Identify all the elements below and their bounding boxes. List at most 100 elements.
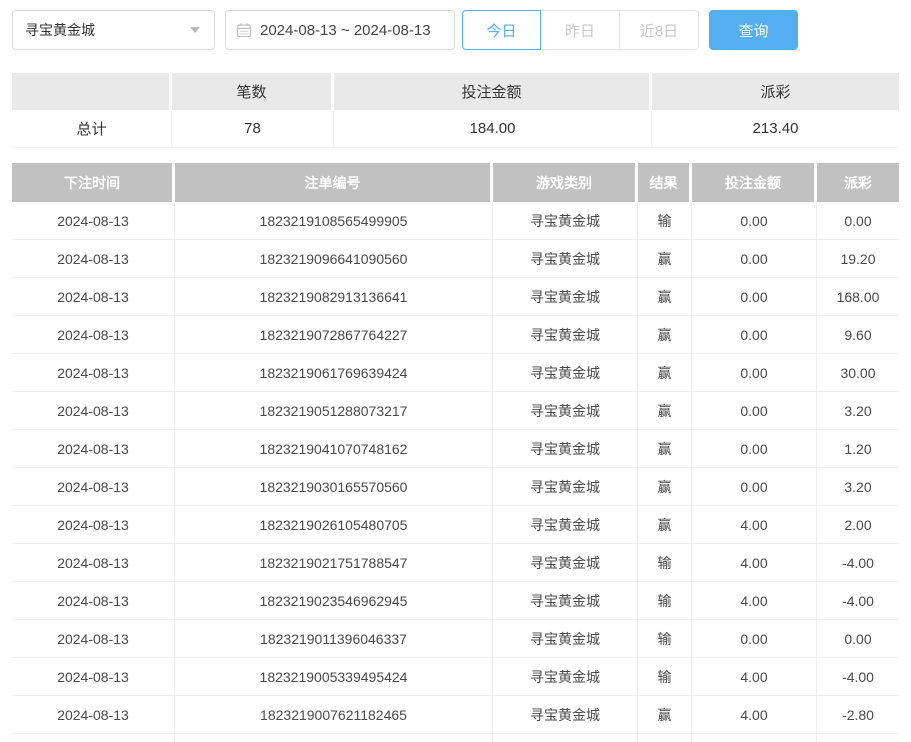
detail-col-bet-amount: 投注金额 <box>692 163 817 202</box>
cell-result: 赢 <box>638 506 692 543</box>
cell-game-type: 寻宝黄金城 <box>493 658 638 695</box>
summary-table: 笔数 投注金额 派彩 总计 78 184.00 213.40 <box>12 73 899 148</box>
cell-bet-amount: 0.00 <box>692 202 817 239</box>
cell-order-no: 1823219051288073217 <box>175 392 493 429</box>
cell-payout: 30.00 <box>817 354 899 391</box>
cell-result: 赢 <box>638 354 692 391</box>
cell-game-type: 寻宝黄金城 <box>493 240 638 277</box>
cell-payout: 9.60 <box>817 316 899 353</box>
cell-game-type: 寻宝黄金城 <box>493 468 638 505</box>
table-row: 2024-08-13 1823219108565499905 寻宝黄金城 输 0… <box>12 202 899 240</box>
cell-payout: 1.20 <box>817 430 899 467</box>
cell-order-no: 1823219011396046337 <box>175 620 493 657</box>
yesterday-button[interactable]: 昨日 <box>541 10 620 50</box>
table-row: 2024-08-13 1823219005339495424 寻宝黄金城 输 4… <box>12 658 899 696</box>
cell-bet-amount: 0.00 <box>692 354 817 391</box>
summary-total-payout: 213.40 <box>652 110 899 147</box>
cell-bet-amount: 4.00 <box>692 506 817 543</box>
cell-order-no: 1823219061769639424 <box>175 354 493 391</box>
cell-game-type: 寻宝黄金城 <box>493 506 638 543</box>
summary-total-bet-amount: 184.00 <box>334 110 652 147</box>
detail-col-order-no: 注单编号 <box>175 163 493 202</box>
cell-bet-time: 2024-08-13 <box>12 696 175 733</box>
cell-payout: -4.00 <box>817 544 899 581</box>
cell-game-type: 寻宝黄金城 <box>493 582 638 619</box>
cell-game-type: 寻宝黄金城 <box>493 278 638 315</box>
cell-bet-time: 2024-08-13 <box>12 354 175 391</box>
cell-bet-time: 2024-08-13 <box>12 278 175 315</box>
cell-bet-time: 2024-08-13 <box>12 316 175 353</box>
table-row: 2024-08-13 1823219072867764227 寻宝黄金城 赢 0… <box>12 316 899 354</box>
cell-order-no: 1823219030165570560 <box>175 468 493 505</box>
cell-game-type: 寻宝黄金城 <box>493 202 638 239</box>
table-row: 2024-08-13 1823219051288073217 寻宝黄金城 赢 0… <box>12 392 899 430</box>
today-button[interactable]: 今日 <box>462 10 541 50</box>
summary-header-row: 笔数 投注金额 派彩 <box>12 73 899 110</box>
cell-result: 输 <box>638 202 692 239</box>
summary-total-count: 78 <box>172 110 334 147</box>
cell-order-no: 1823219072867764227 <box>175 316 493 353</box>
cell-order-no: 1823219026105480705 <box>175 506 493 543</box>
cell-order-no: 1823219096641090560 <box>175 240 493 277</box>
table-row: 2024-08-13 1823219023546962945 寻宝黄金城 输 4… <box>12 582 899 620</box>
summary-total-row: 总计 78 184.00 213.40 <box>12 110 899 148</box>
cell-payout: 3.20 <box>817 468 899 505</box>
detail-col-result: 结果 <box>638 163 692 202</box>
cell-payout: -2.80 <box>817 696 899 733</box>
cell-game-type: 寻宝黄金城 <box>493 430 638 467</box>
cell-bet-time: 2024-08-13 <box>12 468 175 505</box>
cell-payout: 0.00 <box>817 202 899 239</box>
table-row: 2024-08-13 1823219082913136641 寻宝黄金城 赢 0… <box>12 278 899 316</box>
game-select-value: 寻宝黄金城 <box>25 20 95 40</box>
summary-col-count: 笔数 <box>172 73 334 110</box>
detail-col-payout: 派彩 <box>817 163 899 202</box>
detail-table-body: 2024-08-13 1823219108565499905 寻宝黄金城 输 0… <box>12 202 899 734</box>
cell-bet-amount: 4.00 <box>692 582 817 619</box>
table-row: 2024-08-13 1823219026105480705 寻宝黄金城 赢 4… <box>12 506 899 544</box>
cell-bet-time: 2024-08-13 <box>12 544 175 581</box>
cell-payout: -4.00 <box>817 658 899 695</box>
cell-order-no: 1823219041070748162 <box>175 430 493 467</box>
cell-result: 输 <box>638 658 692 695</box>
summary-col-empty <box>12 73 172 110</box>
cell-bet-amount: 0.00 <box>692 278 817 315</box>
detail-header-row: 下注时间 注单编号 游戏类别 结果 投注金额 派彩 <box>12 163 899 202</box>
game-select[interactable]: 寻宝黄金城 <box>12 10 215 50</box>
cell-payout: 19.20 <box>817 240 899 277</box>
date-range-value: 2024-08-13 ~ 2024-08-13 <box>260 22 431 39</box>
cell-result: 赢 <box>638 430 692 467</box>
cell-bet-amount: 0.00 <box>692 620 817 657</box>
cell-result: 赢 <box>638 468 692 505</box>
table-row: 2024-08-13 1823219011396046337 寻宝黄金城 输 0… <box>12 620 899 658</box>
cell-result: 赢 <box>638 278 692 315</box>
cell-result: 赢 <box>638 240 692 277</box>
cell-bet-amount: 0.00 <box>692 316 817 353</box>
quick-range-group: 今日 昨日 近8日 <box>462 10 699 50</box>
calendar-icon <box>236 22 252 38</box>
cell-game-type: 寻宝黄金城 <box>493 316 638 353</box>
cell-bet-time: 2024-08-13 <box>12 240 175 277</box>
cell-bet-amount: 4.00 <box>692 696 817 733</box>
cell-payout: -4.00 <box>817 582 899 619</box>
query-button[interactable]: 查询 <box>709 10 798 50</box>
cell-payout: 168.00 <box>817 278 899 315</box>
cell-payout: 3.20 <box>817 392 899 429</box>
cell-order-no: 1823219005339495424 <box>175 658 493 695</box>
cell-game-type: 寻宝黄金城 <box>493 696 638 733</box>
detail-col-game-type: 游戏类别 <box>493 163 638 202</box>
cell-result: 赢 <box>638 392 692 429</box>
cell-result: 输 <box>638 582 692 619</box>
table-row: 2024-08-13 1823219007621182465 寻宝黄金城 赢 4… <box>12 696 899 734</box>
cell-order-no: 1823219021751788547 <box>175 544 493 581</box>
cell-bet-amount: 0.00 <box>692 392 817 429</box>
cell-game-type: 寻宝黄金城 <box>493 354 638 391</box>
table-row: 2024-08-13 1823219030165570560 寻宝黄金城 赢 0… <box>12 468 899 506</box>
date-range-input[interactable]: 2024-08-13 ~ 2024-08-13 <box>225 10 455 50</box>
detail-table: 下注时间 注单编号 游戏类别 结果 投注金额 派彩 2024-08-13 182… <box>12 163 899 742</box>
toolbar: 寻宝黄金城 2024-08-13 ~ 2024-08-13 今日 昨日 近8日 … <box>0 0 911 50</box>
cell-game-type: 寻宝黄金城 <box>493 392 638 429</box>
table-row: 2024-08-13 1823219021751788547 寻宝黄金城 输 4… <box>12 544 899 582</box>
last-8-days-button[interactable]: 近8日 <box>620 10 699 50</box>
cell-bet-time: 2024-08-13 <box>12 658 175 695</box>
cell-result: 赢 <box>638 696 692 733</box>
